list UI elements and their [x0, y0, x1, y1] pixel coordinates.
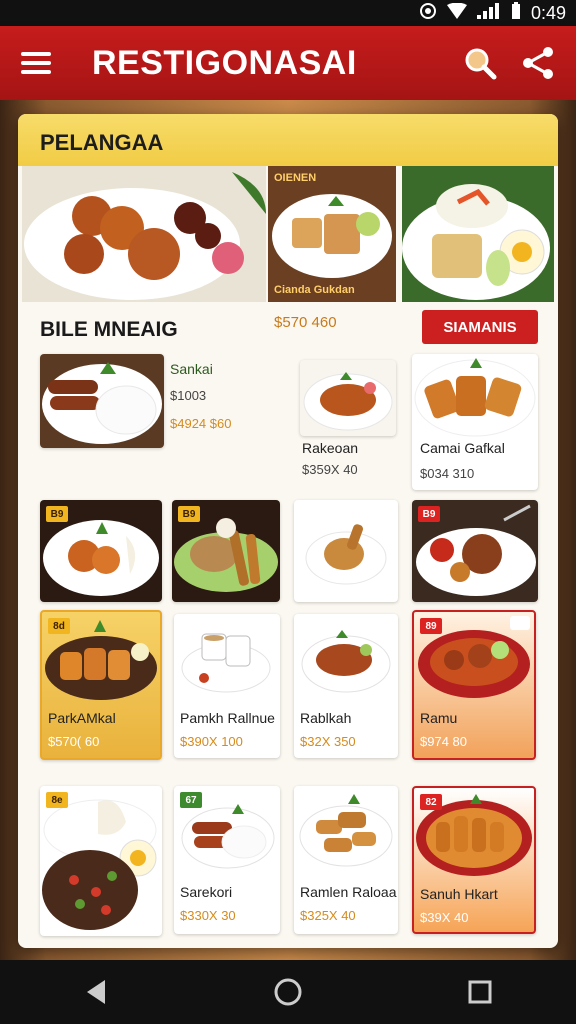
hero-image-cakes[interactable]: OIENEN Cianda Gukdan — [268, 166, 396, 302]
hero-label-top: OIENEN — [274, 172, 317, 184]
item-name: Sanuh Hkart — [420, 886, 498, 902]
item-name: ParkAMkal — [48, 710, 116, 726]
menu-item-card[interactable] — [300, 360, 396, 436]
item-price: $034 310 — [420, 466, 475, 481]
location-icon — [419, 2, 437, 24]
item-price: $570( 60 — [48, 734, 100, 749]
item-badge: 67 — [180, 792, 202, 808]
battery-icon — [511, 2, 521, 24]
featured-price: $570 460 — [274, 314, 337, 331]
menu-item-card[interactable]: B9 — [172, 500, 280, 602]
hamburger-menu-icon[interactable] — [18, 48, 54, 78]
menu-item-card[interactable]: Ramlen Raloaa $325X 40 — [294, 786, 398, 934]
item-badge: 89 — [420, 618, 442, 634]
system-nav-bar — [0, 960, 576, 1024]
status-bar: 0:49 — [0, 0, 576, 26]
status-time: 0:49 — [530, 2, 566, 23]
app-title: RESTIGONASAI — [92, 43, 357, 82]
item-name: Camai Gafkal — [420, 440, 505, 456]
search-icon[interactable] — [460, 43, 500, 83]
item-name: Rablkah — [300, 710, 352, 726]
menu-item-card[interactable]: Pamkh Rallnue $390X 100 — [174, 614, 280, 758]
item-name: Ramu — [420, 710, 458, 726]
back-icon[interactable] — [72, 968, 120, 1016]
item-badge: 8d — [48, 618, 70, 634]
signal-icon — [476, 3, 501, 23]
menu-item-card[interactable]: 8e — [40, 786, 162, 936]
item-name: Ramlen Raloaa — [300, 884, 397, 900]
menu-item-card[interactable]: Camai Gafkal $034 310 — [412, 354, 538, 490]
menu-item-card[interactable]: Rablkah $32X 350 — [294, 614, 398, 758]
promo-button[interactable]: SIAMANIS — [422, 310, 538, 344]
recents-icon[interactable] — [456, 968, 504, 1016]
menu-item-card[interactable]: 82 Sanuh Hkart $39X 40 — [412, 786, 536, 934]
item-price: $325X 40 — [300, 908, 356, 923]
menu-item-card[interactable] — [294, 500, 398, 602]
item-badge: B9 — [418, 506, 440, 522]
hero-image-chicken[interactable] — [22, 166, 266, 302]
menu-item-card[interactable]: B9 — [40, 500, 162, 602]
item-name: Rakeoan — [302, 440, 359, 456]
section-title: PELANGAA — [40, 130, 164, 155]
featured-title: BILE MNEAIG — [40, 318, 178, 341]
menu-card: PELANGAA OIENEN Cianda Gukdan BILE MNEAI… — [18, 114, 558, 948]
item-price: $4924 $60 — [170, 416, 232, 431]
item-name: Sankai — [170, 361, 213, 377]
share-icon[interactable] — [518, 43, 558, 83]
item-price: $390X 100 — [180, 734, 243, 749]
menu-item-card[interactable]: 8d ParkAMkal $570( 60 — [40, 610, 162, 760]
item-price: $32X 350 — [300, 734, 356, 749]
menu-item-card[interactable] — [40, 354, 164, 448]
item-price: $1003 — [170, 388, 207, 403]
item-badge: 8e — [46, 792, 68, 808]
app-bar: RESTIGONASAI — [0, 26, 576, 100]
item-badge: B9 — [46, 506, 68, 522]
item-price: $974 80 — [420, 734, 467, 749]
item-name: Pamkh Rallnue — [180, 710, 275, 726]
hero-image-rice-egg[interactable] — [402, 166, 554, 302]
hero-label-bottom: Cianda Gukdan — [274, 284, 355, 296]
menu-item-card[interactable]: B9 — [412, 500, 538, 602]
menu-item-card[interactable]: 89 Ramu $974 80 — [412, 610, 536, 760]
item-price: $330X 30 — [180, 908, 236, 923]
item-badge: B9 — [178, 506, 200, 522]
item-badge: 82 — [420, 794, 442, 810]
wifi-icon — [446, 2, 467, 23]
item-price: $359X 40 — [302, 462, 358, 477]
menu-item-card[interactable]: 67 Sarekori $330X 30 — [174, 786, 280, 934]
item-price: $39X 40 — [420, 910, 469, 925]
item-name: Sarekori — [180, 884, 233, 900]
home-icon[interactable] — [264, 968, 312, 1016]
